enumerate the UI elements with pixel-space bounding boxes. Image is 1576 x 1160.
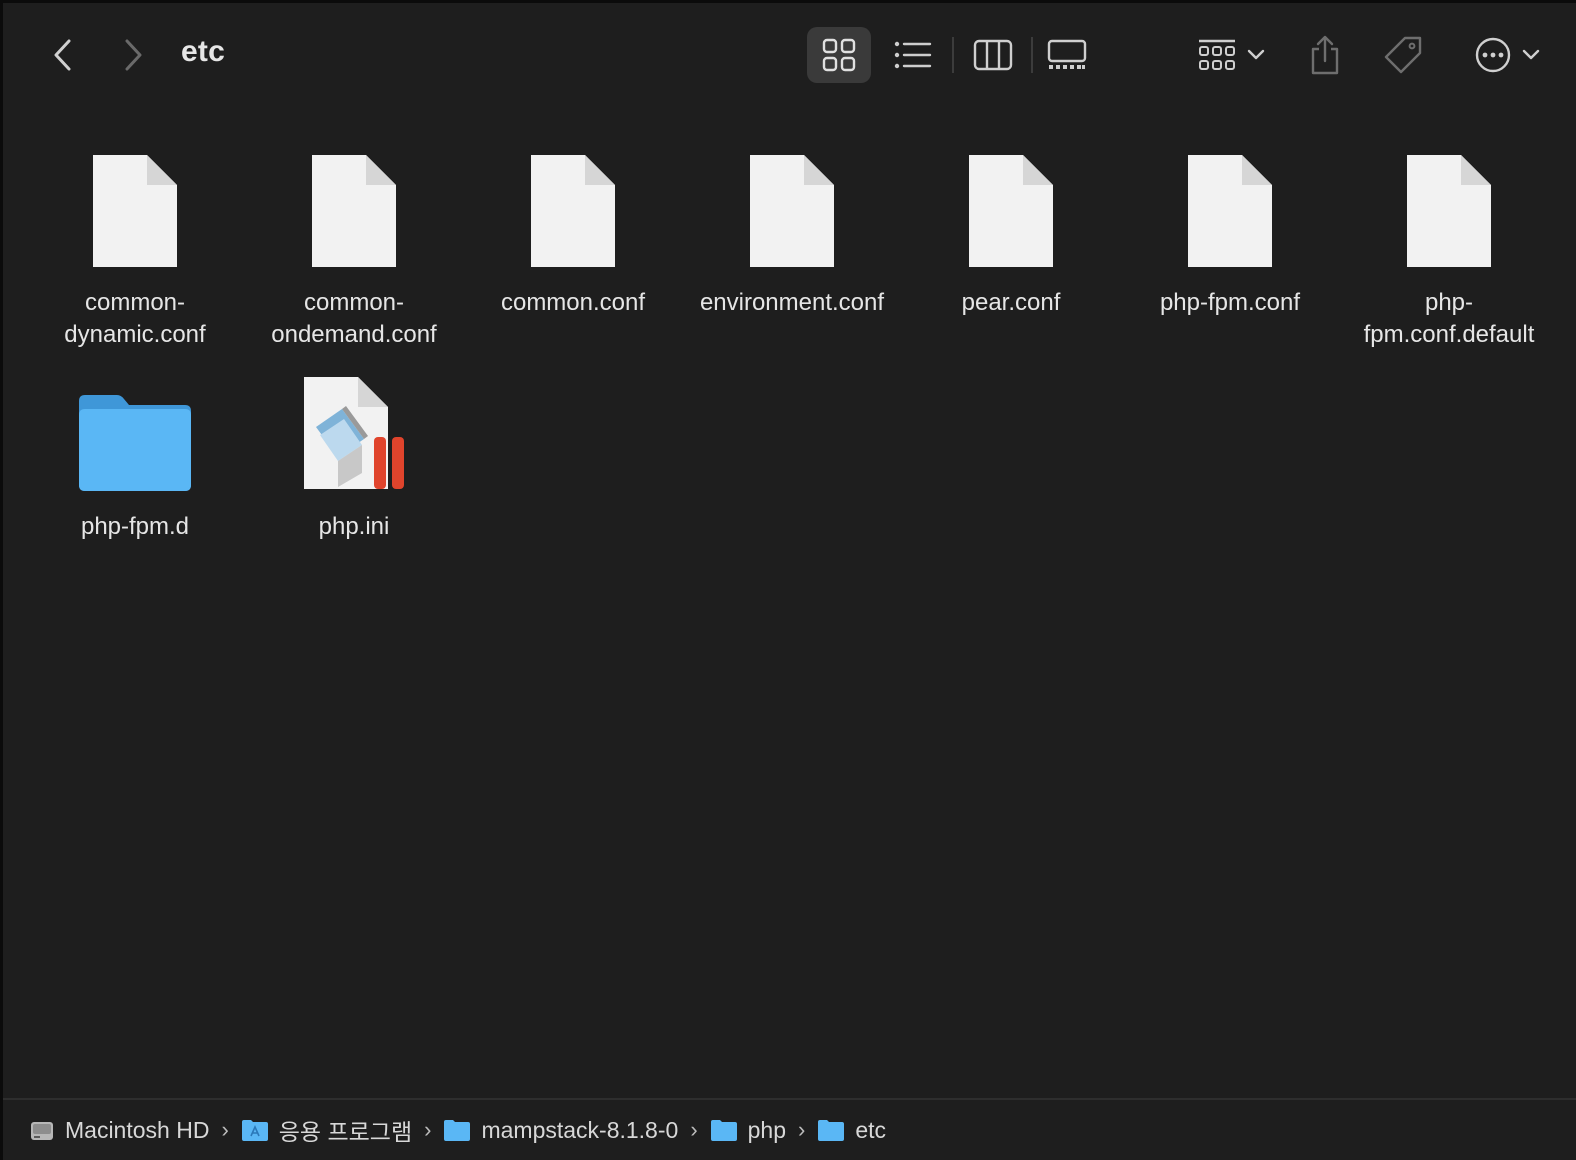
file-name: php- fpm.conf.default <box>1363 289 1535 348</box>
file-name: php-fpm.conf <box>1159 289 1301 316</box>
gallery-view-button[interactable] <box>1039 27 1095 83</box>
tag-icon <box>1384 36 1422 74</box>
chevron-down-icon <box>1522 49 1540 60</box>
ellipsis-circle-icon <box>1475 37 1511 73</box>
textedit-document-icon <box>304 377 404 489</box>
file-name: common.conf <box>500 289 646 316</box>
window-title: etc <box>181 35 225 68</box>
file-item[interactable]: environment.conf <box>687 139 897 319</box>
path-item-label: etc <box>855 1116 887 1143</box>
path-separator: › <box>221 1117 229 1142</box>
document-icon <box>312 155 396 267</box>
path-item-php[interactable]: php <box>710 1117 786 1144</box>
back-button[interactable] <box>45 33 81 77</box>
document-icon <box>750 155 834 267</box>
list-icon <box>894 41 932 69</box>
finder-window: etc common- dynamic.conf common- ondeman… <box>0 0 1576 1160</box>
applications-folder-icon <box>241 1120 268 1141</box>
file-item[interactable]: php- fpm.conf.default <box>1344 139 1554 351</box>
document-icon <box>1188 155 1272 267</box>
toolbar-separator <box>1031 37 1033 73</box>
chevron-right-icon <box>125 39 142 71</box>
file-item[interactable]: php.ini <box>249 363 459 543</box>
file-item[interactable]: common- dynamic.conf <box>30 139 240 351</box>
path-separator: › <box>690 1117 698 1142</box>
chevron-left-icon <box>54 39 71 71</box>
folder-icon <box>818 1120 845 1141</box>
file-name: common- dynamic.conf <box>64 289 206 348</box>
file-name: php.ini <box>318 513 390 540</box>
file-item[interactable]: common.conf <box>468 139 678 319</box>
file-item[interactable]: php-fpm.conf <box>1125 139 1335 319</box>
toolbar: etc <box>3 3 1576 107</box>
icon-grid-icon <box>822 38 856 72</box>
file-name: php-fpm.d <box>80 513 190 540</box>
tag-button[interactable] <box>1379 27 1427 83</box>
document-icon <box>531 155 615 267</box>
folder-icon <box>444 1120 471 1141</box>
share-icon <box>1311 35 1339 75</box>
file-item[interactable]: common- ondemand.conf <box>249 139 459 351</box>
column-view-button[interactable] <box>963 27 1023 83</box>
path-separator: › <box>424 1117 432 1142</box>
file-icon-grid: common- dynamic.conf common- ondemand.co… <box>3 107 1576 1098</box>
chevron-down-icon <box>1247 49 1265 60</box>
more-actions-button[interactable] <box>1465 27 1549 83</box>
gallery-icon <box>1047 39 1087 69</box>
folder-item[interactable]: php-fpm.d <box>30 363 240 543</box>
forward-button[interactable] <box>115 33 151 77</box>
hard-drive-icon <box>31 1122 53 1140</box>
folder-icon <box>710 1120 737 1141</box>
group-button[interactable] <box>1191 27 1271 83</box>
folder-icon <box>79 395 191 491</box>
file-name: environment.conf <box>699 289 885 316</box>
document-icon <box>1407 155 1491 267</box>
icon-view-button[interactable] <box>807 27 871 83</box>
toolbar-separator <box>952 37 954 73</box>
path-item-applications[interactable]: 응용 프로그램 <box>241 1113 412 1147</box>
group-grid-icon <box>1199 39 1235 70</box>
document-icon <box>969 155 1053 267</box>
file-name: common- ondemand.conf <box>271 289 437 348</box>
path-item-label: php <box>747 1116 787 1143</box>
path-item-label: Macintosh HD <box>65 1116 210 1143</box>
file-item[interactable]: pear.conf <box>906 139 1116 319</box>
path-item-etc[interactable]: etc <box>817 1117 886 1144</box>
columns-icon <box>973 39 1013 71</box>
path-item-macintosh-hd[interactable]: Macintosh HD <box>29 1117 209 1144</box>
path-item-label: mampstack-8.1.8-0 <box>481 1116 679 1143</box>
document-icon <box>93 155 177 267</box>
share-button[interactable] <box>1303 27 1347 83</box>
list-view-button[interactable] <box>883 27 943 83</box>
file-name: pear.conf <box>961 289 1061 316</box>
path-item-label: 응용 프로그램 <box>278 1119 413 1145</box>
path-item-mampstack[interactable]: mampstack-8.1.8-0 <box>443 1117 678 1144</box>
path-bar: Macintosh HD › 응용 프로그램 › mampstack-8.1.8… <box>3 1098 1576 1160</box>
path-separator: › <box>798 1117 806 1142</box>
